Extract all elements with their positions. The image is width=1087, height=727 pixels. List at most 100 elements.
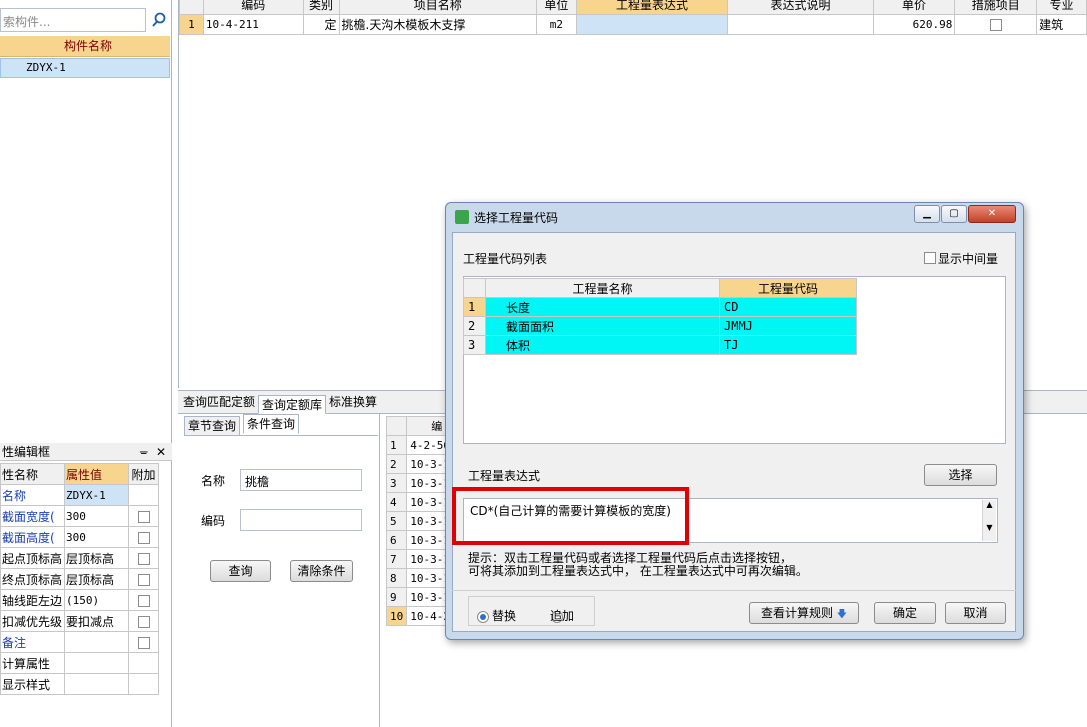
- grid-header-major: 专业: [1036, 0, 1087, 15]
- code-header-name: 工程量名称: [485, 278, 720, 298]
- grid-cell-major[interactable]: 建筑: [1036, 14, 1087, 35]
- prop-name: 备注: [0, 631, 65, 653]
- close-icon: ✕: [987, 208, 997, 219]
- grid-header-desc: 表达式说明: [727, 0, 874, 15]
- prop-checkbox[interactable]: [137, 615, 150, 628]
- query-button[interactable]: 查询: [210, 560, 271, 582]
- table-row[interactable]: 显示样式: [0, 673, 159, 695]
- grid-header-type: 类别: [302, 0, 340, 15]
- prop-checkbox[interactable]: [137, 531, 150, 544]
- minimize-button[interactable]: ▁: [914, 205, 940, 223]
- grid-cell-price[interactable]: 620.98: [872, 14, 956, 35]
- grid-cell-code[interactable]: 10-4-211: [202, 14, 304, 35]
- prop-value: [64, 673, 129, 695]
- prop-extra: [128, 652, 159, 674]
- prop-name: 扣减优先级: [0, 610, 65, 632]
- expression-label: 工程量表达式: [468, 469, 541, 483]
- quota-grid: 编码 类别 项目名称 单位 工程量表达式 表达式说明 单价 措施项目 专业 1 …: [179, 0, 1087, 35]
- ok-button[interactable]: 确定: [874, 602, 936, 624]
- table-row[interactable]: 2 截面面积 JMMJ: [463, 316, 857, 336]
- table-row[interactable]: 3 体积 TJ: [463, 335, 857, 355]
- code-row-num: 2: [463, 316, 486, 336]
- table-row[interactable]: 起点顶标高 层顶标高: [0, 547, 159, 569]
- component-search-input[interactable]: 索构件...: [0, 8, 146, 32]
- prop-name: 显示样式: [0, 673, 65, 695]
- query-name-input[interactable]: 挑檐: [240, 469, 362, 491]
- prop-value[interactable]: 层顶标高: [64, 547, 129, 569]
- code-row-code[interactable]: TJ: [719, 335, 857, 355]
- grid-cell-type[interactable]: 定: [302, 14, 340, 35]
- prop-value[interactable]: ZDYX-1: [64, 484, 129, 506]
- grid-cell-expr[interactable]: [575, 14, 729, 35]
- prop-checkbox[interactable]: [137, 594, 150, 607]
- prop-value[interactable]: 300: [64, 505, 129, 527]
- table-row[interactable]: 1 长度 CD: [463, 297, 857, 317]
- prop-checkbox[interactable]: [137, 552, 150, 565]
- dialog-title: 选择工程量代码: [474, 211, 559, 225]
- grid-header-num: [179, 0, 204, 15]
- prop-value[interactable]: 要扣减点: [64, 610, 129, 632]
- prop-checkbox[interactable]: [137, 510, 150, 523]
- code-row-num: 3: [463, 335, 486, 355]
- tab-quota-library[interactable]: 查询定额库: [258, 395, 327, 414]
- prop-value[interactable]: [64, 631, 129, 653]
- scroll-up-icon[interactable]: ▲: [983, 500, 996, 509]
- append-radio-label: 追加: [550, 609, 575, 623]
- annotation-highlight-box: [452, 487, 689, 545]
- table-row[interactable]: 1 10-4-211 定 挑檐.天沟木模板木支撑 m2 620.98 建筑: [179, 14, 1087, 35]
- scroll-down-icon[interactable]: ▼: [983, 523, 996, 532]
- code-list-table: 工程量名称 工程量代码 1 长度 CD 2 截面面积 JMMJ 3 体积 TJ: [463, 278, 857, 355]
- search-button[interactable]: [148, 8, 170, 32]
- cancel-button[interactable]: 取消: [945, 602, 1006, 624]
- search-icon: [152, 12, 166, 27]
- prop-value[interactable]: (150): [64, 589, 129, 611]
- table-row[interactable]: 终点顶标高 层顶标高: [0, 568, 159, 590]
- prop-value[interactable]: 300: [64, 526, 129, 548]
- tab-condition-query[interactable]: 条件查询: [243, 414, 300, 434]
- code-row-name[interactable]: 截面面积: [485, 316, 720, 336]
- grid-header-expr: 工程量表达式: [575, 0, 729, 15]
- prop-value[interactable]: 层顶标高: [64, 568, 129, 590]
- maximize-button[interactable]: ▢: [941, 205, 967, 223]
- table-row[interactable]: 备注: [0, 631, 159, 653]
- property-table: 性名称 属性值 附加 名称 ZDYX-1 截面宽度( 300 截面高度( 300…: [0, 463, 159, 695]
- code-row-name[interactable]: 体积: [485, 335, 720, 355]
- clear-conditions-button[interactable]: 清除条件: [290, 560, 353, 582]
- prop-header-value: 属性值: [64, 463, 129, 485]
- view-calc-rules-button[interactable]: 查看计算规则 🡇: [749, 602, 859, 624]
- select-button[interactable]: 选择: [924, 464, 997, 486]
- measure-checkbox[interactable]: [989, 19, 1002, 31]
- table-row[interactable]: 截面宽度( 300: [0, 505, 159, 527]
- arrow-down-icon: 🡇: [836, 609, 848, 620]
- table-row[interactable]: 轴线距左边 (150): [0, 589, 159, 611]
- prop-name: 轴线距左边: [0, 589, 65, 611]
- table-row[interactable]: 扣减优先级 要扣减点: [0, 610, 159, 632]
- code-row-code[interactable]: CD: [719, 297, 857, 317]
- table-row[interactable]: 名称 ZDYX-1: [0, 484, 159, 506]
- code-header-num: [463, 278, 486, 298]
- replace-radio[interactable]: [477, 610, 489, 623]
- prop-checkbox[interactable]: [137, 573, 150, 586]
- tab-chapter-query[interactable]: 章节查询: [184, 416, 241, 436]
- tab-standard-conversion[interactable]: 标准换算: [326, 393, 380, 413]
- grid-cell-desc[interactable]: [727, 14, 874, 35]
- query-code-input[interactable]: [240, 509, 362, 531]
- prop-name: 名称: [0, 484, 65, 506]
- grid-cell-unit[interactable]: m2: [535, 14, 577, 35]
- grid-cell-name[interactable]: 挑檐.天沟木模板木支撑: [338, 14, 537, 35]
- code-row-code[interactable]: JMMJ: [719, 316, 857, 336]
- pin-icon[interactable]: ᚚ: [140, 444, 148, 460]
- table-row[interactable]: 计算属性: [0, 652, 159, 674]
- prop-checkbox[interactable]: [137, 636, 150, 649]
- show-middle-checkbox[interactable]: [924, 252, 936, 264]
- expression-scrollbar[interactable]: ▲ ▼: [982, 500, 996, 541]
- tab-match-quota[interactable]: 查询匹配定额: [180, 393, 258, 413]
- close-icon[interactable]: ✕: [156, 444, 166, 460]
- code-row-name[interactable]: 长度: [485, 297, 720, 317]
- hint-line-2: 可将其添加到工程量表达式中， 在工程量表达式中可再次编辑。: [468, 564, 808, 578]
- prop-header-name: 性名称: [0, 463, 65, 485]
- code-header-code: 工程量代码: [719, 278, 857, 298]
- table-row[interactable]: 截面高度( 300: [0, 526, 159, 548]
- prop-extra: [128, 673, 159, 695]
- dialog-close-button[interactable]: ✕: [968, 205, 1016, 223]
